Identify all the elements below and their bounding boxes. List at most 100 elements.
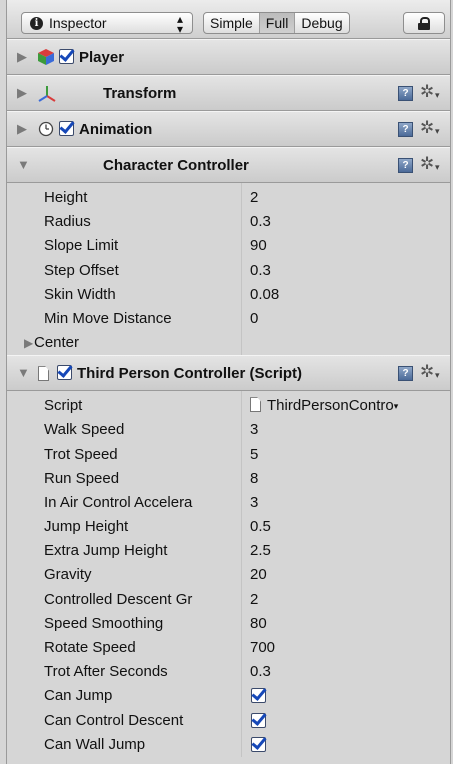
component-header-animation[interactable]: ▶ Animation ? ✲ [7,111,450,147]
help-book-icon[interactable]: ? [398,158,413,173]
script-file-icon [38,366,49,382]
property-value[interactable]: 0.3 [250,663,271,680]
game-object-cube-icon [38,49,54,65]
center-foldout[interactable]: ▶ Center [7,331,450,353]
animation-enabled-checkbox[interactable] [59,121,74,136]
component-header-third-person-controller[interactable]: ▼ Third Person Controller (Script) ? ✲ [7,355,450,392]
property-value[interactable]: 5 [250,446,258,463]
property-value[interactable]: 0.3 [250,213,271,230]
mode-full-button[interactable]: Full [259,13,296,33]
gear-icon[interactable]: ✲ [420,154,440,174]
help-book-icon[interactable]: ? [398,122,413,137]
gear-icon[interactable]: ✲ [420,362,440,382]
expanded-arrow-icon[interactable]: ▼ [17,157,30,172]
collapsed-arrow-icon[interactable]: ▶ [17,49,27,65]
player-active-checkbox[interactable] [59,49,74,64]
mode-debug-button[interactable]: Debug [295,13,348,33]
property-label: Run Speed [44,469,120,487]
property-label: Rotate Speed [44,639,136,656]
toggle-label: Can Control Descent [44,711,184,729]
property-label: Walk Speed [44,421,125,439]
transform-axes-icon [38,86,56,102]
property-label: Extra Jump Height [44,542,168,560]
property-label: Min Move Distance [44,309,172,327]
component-title-animation: Animation [79,121,153,138]
property-label: Slope Limit [44,237,119,255]
property-value[interactable]: 3 [250,421,258,438]
inspector-tab-dropdown[interactable]: i Inspector ▴ ▾ [21,12,193,35]
center-label: Center [34,334,80,352]
collapsed-arrow-icon[interactable]: ▶ [17,85,27,101]
property-row: Gravity 20 [7,563,450,587]
property-value[interactable]: 0.5 [250,518,271,535]
property-row: Walk Speed 3 [7,418,450,442]
can-wall-jump-checkbox[interactable] [251,736,266,752]
property-row: Extra Jump Height 2.5 [7,539,450,563]
property-value[interactable]: 90 [250,237,267,254]
property-value[interactable]: 0 [250,310,258,327]
property-label: Jump Height [44,518,129,536]
mode-simple-button[interactable]: Simple [204,13,260,33]
can-control-descent-checkbox[interactable] [251,712,266,728]
property-row: Speed Smoothing 80 [7,612,450,636]
property-label: Step Offset [44,261,119,279]
property-value[interactable]: 80 [250,615,267,632]
property-row: Step Offset 0.3 [7,259,450,283]
property-row: In Air Control Accelera 3 [7,491,450,515]
property-row: Min Move Distance 0 [7,307,450,331]
property-row: Skin Width 0.08 [7,283,450,307]
can-jump-checkbox[interactable] [251,688,266,704]
third-person-controller-properties: Script ThirdPersonContro▾ Walk Speed 3 Tr… [7,391,450,757]
lock-button[interactable] [403,12,445,34]
property-row: Controlled Descent Gr 2 [7,588,450,612]
property-row: Trot After Seconds 0.3 [7,660,450,684]
script-field[interactable]: ThirdPersonContro▾ [250,397,398,414]
property-value[interactable]: 2.5 [250,542,271,559]
clock-icon [38,121,54,137]
property-value[interactable]: 0.08 [250,286,279,303]
script-row: Script ThirdPersonContro▾ [7,394,450,418]
collapsed-arrow-icon[interactable]: ▶ [17,121,27,137]
expanded-arrow-icon[interactable]: ▼ [17,365,30,380]
gear-icon[interactable]: ✲ [420,82,440,102]
property-value[interactable]: 2 [250,189,258,206]
property-value[interactable]: 8 [250,470,258,487]
property-row: Slope Limit 90 [7,234,450,258]
gear-icon[interactable]: ✲ [420,118,440,138]
property-row: Jump Height 0.5 [7,515,450,539]
property-row: Radius 0.3 [7,210,450,234]
property-row: Height 2 [7,186,450,210]
component-header-player[interactable]: ▶ Player [7,39,450,75]
inspector-toolbar: i Inspector ▴ ▾ Simple Full Debug [7,0,450,39]
property-row: Rotate Speed 700 [7,636,450,660]
component-title-player: Player [79,49,125,66]
component-header-transform[interactable]: ▶ Transform ? ✲ [7,75,450,111]
info-icon: i [30,16,43,30]
component-title-third-person-controller: Third Person Controller (Script) [77,365,303,383]
toggle-row: Can Control Descent [7,709,450,733]
inspector-tab-label: Inspector [49,15,107,31]
property-label: Trot Speed [44,445,118,463]
toggle-row: Can Jump [7,684,450,708]
toggle-label: Can Jump [44,687,113,705]
property-label: Radius [44,213,91,231]
help-book-icon[interactable]: ? [398,366,413,382]
lock-icon [418,16,430,30]
script-value: ThirdPersonContro [267,397,394,415]
property-row: Run Speed 8 [7,467,450,491]
collapsed-arrow-icon[interactable]: ▶ [24,336,33,350]
script-enabled-checkbox[interactable] [57,365,72,381]
help-book-icon[interactable]: ? [398,86,413,101]
property-label: Gravity [44,566,92,584]
component-header-character-controller[interactable]: ▼ Character Controller ? ✲ [7,147,450,183]
property-value[interactable]: 3 [250,494,258,511]
property-value[interactable]: 0.3 [250,262,271,279]
component-title-character-controller: Character Controller [103,157,249,174]
property-label: Speed Smoothing [44,614,164,632]
toggle-label: Can Wall Jump [44,735,146,753]
property-value[interactable]: 700 [250,639,275,656]
property-value[interactable]: 20 [250,566,267,583]
property-value[interactable]: 2 [250,591,258,608]
inspector-panel: i Inspector ▴ ▾ Simple Full Debug ▶ Playe… [6,0,451,764]
property-row: Trot Speed 5 [7,443,450,467]
